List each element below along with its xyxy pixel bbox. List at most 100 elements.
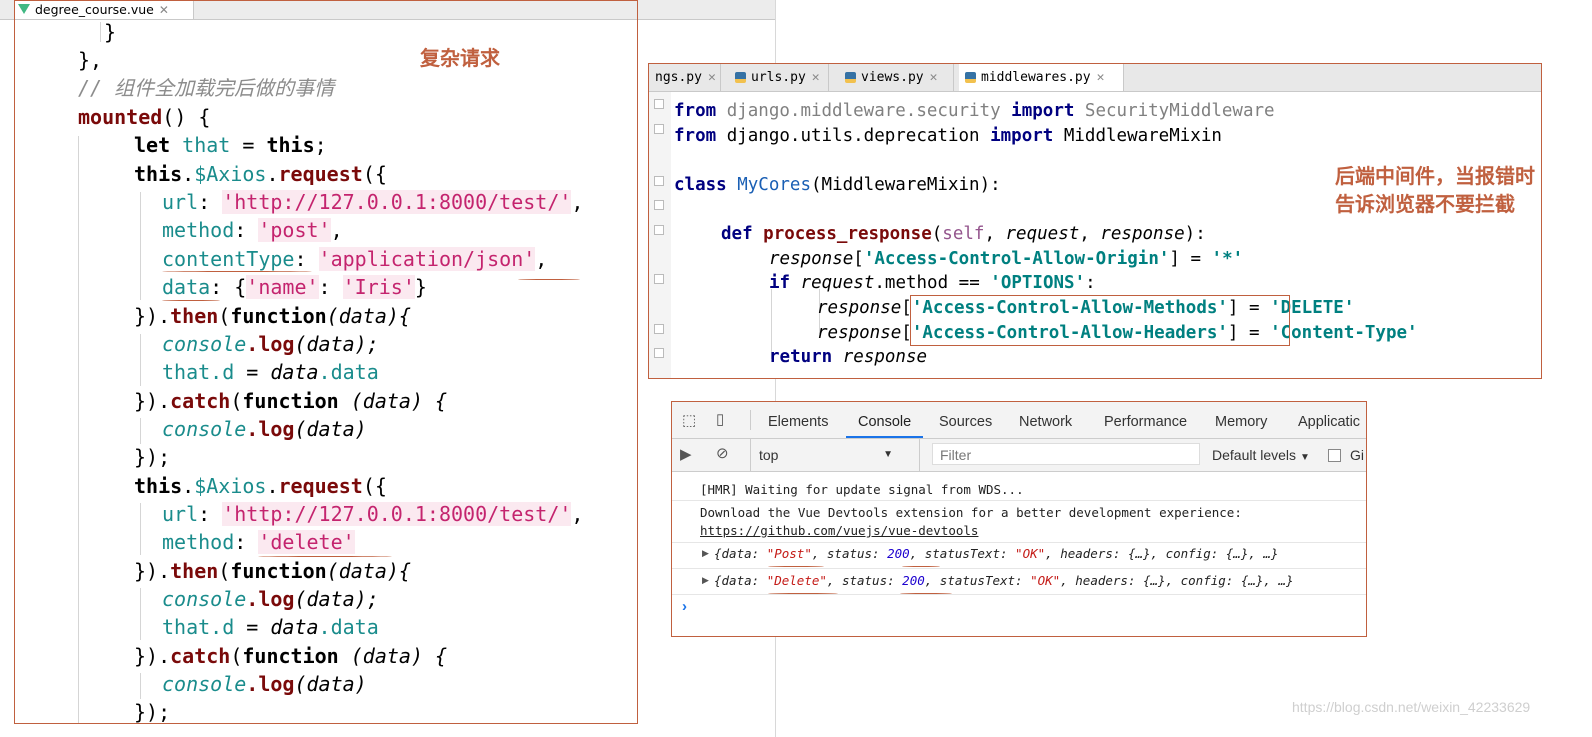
console-message: Download the Vue Devtools extension for … [700,505,1242,520]
python-file-icon [965,72,976,83]
tab-label: views.py [861,70,924,85]
expand-arrow-icon[interactable]: ▶ [702,548,709,559]
code-line: }).catch(function (data) { [134,389,448,413]
code-line: response['Access-Control-Allow-Origin'] … [769,249,1244,269]
filter-input[interactable]: Filter [932,443,1200,465]
log-levels-select[interactable]: Default levels ▼ [1212,439,1310,471]
code-line: class MyCores(MiddlewareMixin): [674,175,1001,195]
indent-guide [140,418,141,444]
code-line: that.d = data.data [162,360,379,384]
fold-marker-icon[interactable] [654,348,664,358]
code-line: this.$Axios.request({ [134,474,387,498]
dropdown-arrow-icon: ▼ [1299,452,1310,463]
annotation-middleware-line2: 告诉浏览器不要拦截 [1335,192,1515,216]
close-icon[interactable]: ✕ [708,70,716,85]
code-line: url: 'http://127.0.0.1:8000/test/', [162,190,584,214]
tab-performance[interactable]: Performance [1104,402,1187,438]
console-object-delete[interactable]: {data: "Delete", status: 200, statusText… [714,573,1294,588]
device-toolbar-icon[interactable]: ▯ [716,410,724,428]
context-value: top [759,447,779,463]
row-divider [672,500,1366,501]
tab-views-py[interactable]: views.py ✕ [839,64,954,91]
annotation-underline [902,566,940,567]
code-line: method: 'delete' [162,530,355,554]
code-line: let that = this; [134,133,327,157]
console-prompt-icon[interactable]: › [682,598,687,615]
console-toolbar: ▶ ⊘ top ▼ Filter Default levels ▼ Gi [672,439,1366,472]
watermark: https://blog.csdn.net/weixin_42233629 [1292,699,1531,715]
code-line: that.d = data.data [162,615,379,639]
python-file-icon [735,72,746,83]
vue-devtools-link[interactable]: https://github.com/vuejs/vue-devtools [700,523,978,538]
sidebar-toggle-icon[interactable]: ▶ [680,445,692,463]
fold-marker-icon[interactable] [654,225,664,235]
tab-application[interactable]: Applicatic [1298,402,1360,438]
code-line: console.log(data); [162,587,379,611]
console-message: [HMR] Waiting for update signal from WDS… [700,482,1024,497]
tab-settings-py[interactable]: ngs.py ✕ [649,64,721,91]
python-file-icon [845,72,856,83]
log-levels-label: Default levels [1212,447,1297,463]
indent-guide [140,673,141,699]
fold-marker-icon[interactable] [654,324,664,334]
code-line: from django.middleware.security import S… [674,101,1275,121]
annotation-underline [162,300,220,301]
fold-marker-icon[interactable] [654,200,664,210]
context-select[interactable]: top ▼ [750,439,920,471]
tab-elements[interactable]: Elements [768,402,828,438]
tab-label: ngs.py [655,70,702,85]
annotation-frame [910,295,1290,346]
row-divider [672,594,1366,595]
annotation-middleware-line1: 后端中间件，当报错时 [1335,164,1535,188]
tab-urls-py[interactable]: urls.py ✕ [729,64,829,91]
fold-marker-icon[interactable] [654,274,664,284]
tab-degree-course-vue[interactable]: degree_course.vue ✕ [14,0,194,19]
code-line: url: 'http://127.0.0.1:8000/test/', [162,502,584,526]
annotation-underline [768,566,824,567]
code-line: }).then(function(data){ [134,304,411,328]
indent-guide [78,136,79,724]
tab-memory[interactable]: Memory [1215,402,1267,438]
expand-arrow-icon[interactable]: ▶ [702,575,709,586]
code-line: }); [134,445,171,469]
close-icon[interactable]: ✕ [1097,70,1105,85]
fold-marker-icon[interactable] [654,176,664,186]
fold-marker-icon[interactable] [654,124,664,134]
tab-console[interactable]: Console [846,402,924,438]
group-checkbox[interactable] [1328,449,1341,462]
code-line: def process_response(self, request, resp… [721,224,1206,244]
close-icon[interactable]: ✕ [812,70,820,85]
devtools-panel: ⬚ ▯ Elements Console Sources Network Per… [671,401,1367,637]
annotation-underline [258,556,392,557]
code-line: data: {'name': 'Iris'} [162,275,427,299]
vue-file-icon [18,3,30,14]
console-object-post[interactable]: {data: "Post", status: 200, statusText: … [714,546,1278,561]
editor-gutter [649,92,671,378]
annotation-underline [162,271,312,272]
close-icon[interactable]: ✕ [930,70,938,85]
code-line: contentType: 'application/json', [162,247,548,271]
code-line: console.log(data); [162,332,379,356]
code-line: method: 'post', [162,218,343,242]
editor-tab-bar: ngs.py ✕ urls.py ✕ views.py ✕ middlewares.p… [649,64,1541,92]
tab-label: degree_course.vue [35,2,154,17]
tab-sources[interactable]: Sources [939,402,992,438]
close-icon[interactable]: ✕ [159,3,169,17]
annotation-underline [900,593,952,594]
fold-marker-icon[interactable] [654,99,664,109]
annotation-underline [768,593,838,594]
code-line: if request.method == 'OPTIONS': [769,273,1096,293]
inspect-element-icon[interactable]: ⬚ [682,411,696,429]
code-line: } [104,20,117,44]
devtools-tab-bar: ⬚ ▯ Elements Console Sources Network Per… [672,402,1366,439]
clear-console-icon[interactable]: ⊘ [716,444,729,462]
code-line: return response [769,347,928,367]
code-line: }, [78,48,103,72]
code-line: console.log(data) [162,417,367,441]
tab-label: urls.py [751,70,806,85]
tab-middlewares-py[interactable]: middlewares.py ✕ [959,64,1124,91]
indent-guide [140,192,141,300]
row-divider [672,568,1366,569]
indent-guide [140,588,141,640]
tab-network[interactable]: Network [1019,402,1072,438]
